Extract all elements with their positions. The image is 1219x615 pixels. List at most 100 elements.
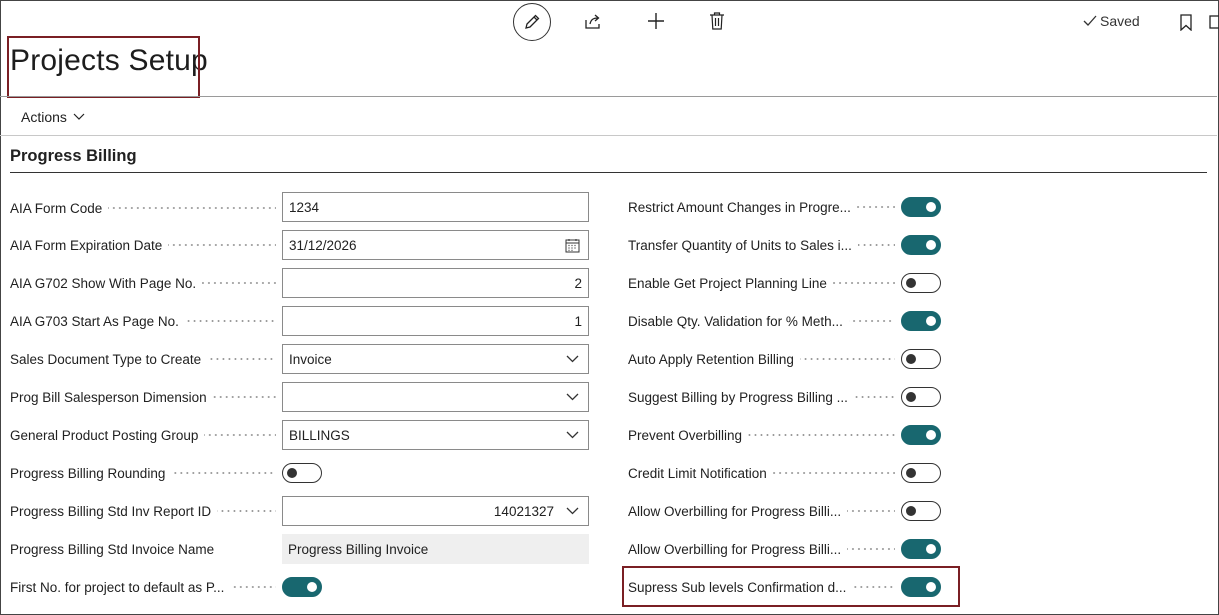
field-row-first-no-for-project: First No. for project to default as P... <box>10 573 282 601</box>
field-value: Progress Billing Invoice <box>288 541 429 557</box>
field-value: 2 <box>574 275 582 291</box>
enable-get-project-planning-line-toggle[interactable] <box>901 273 941 293</box>
calendar-icon[interactable] <box>562 238 582 253</box>
progress-billing-rounding-toggle[interactable] <box>282 463 322 483</box>
general-product-posting-group-select[interactable]: BILLINGS <box>282 420 589 450</box>
aia-form-code-input[interactable]: 1234 <box>282 192 589 222</box>
field-label: Progress Billing Rounding <box>10 465 166 481</box>
field-label: AIA G703 Start As Page No. <box>10 313 179 329</box>
field-row-progress-billing-rounding: Progress Billing Rounding <box>10 459 282 487</box>
field-label: Auto Apply Retention Billing <box>628 351 794 367</box>
field-row-aia-form-expiration-date: AIA Form Expiration Date <box>10 231 282 259</box>
field-label: First No. for project to default as P... <box>10 579 225 595</box>
field-label: Enable Get Project Planning Line <box>628 275 827 291</box>
credit-limit-notification-toggle[interactable] <box>901 463 941 483</box>
field-label: Allow Overbilling for Progress Billi... <box>628 541 842 557</box>
field-value: Invoice <box>289 351 332 367</box>
delete-button[interactable] <box>706 10 728 32</box>
field-label: AIA Form Code <box>10 200 103 216</box>
field-row-general-product-posting-group: General Product Posting Group <box>10 421 282 449</box>
pencil-icon <box>525 14 540 29</box>
field-row-suggest-billing-by-progress: Suggest Billing by Progress Billing ... <box>628 383 901 411</box>
field-label: Allow Overbilling for Progress Billi... <box>628 503 842 519</box>
actions-label: Actions <box>21 109 67 125</box>
transfer-quantity-of-units-toggle[interactable] <box>901 235 941 255</box>
checkmark-icon <box>1083 15 1097 26</box>
field-value: 1 <box>574 313 582 329</box>
restrict-amount-changes-toggle[interactable] <box>901 197 941 217</box>
field-row-progress-billing-std-invoice-name: Progress Billing Std Invoice Name <box>10 535 282 563</box>
field-row-prevent-overbilling: Prevent Overbilling <box>628 421 901 449</box>
field-row-prog-bill-salesperson-dimension: Prog Bill Salesperson Dimension <box>10 383 282 411</box>
chevron-down-icon <box>562 431 582 439</box>
collapse-icon <box>1209 15 1219 29</box>
field-row-sales-document-type: Sales Document Type to Create <box>10 345 282 373</box>
sales-document-type-select[interactable]: Invoice <box>282 344 589 374</box>
field-label: Prevent Overbilling <box>628 427 743 443</box>
field-label: Restrict Amount Changes in Progre... <box>628 199 851 215</box>
field-value: 31/12/2026 <box>289 237 357 253</box>
field-value: 14021327 <box>493 503 554 519</box>
chevron-down-icon <box>73 113 85 120</box>
field-label: Sales Document Type to Create <box>10 351 202 367</box>
group-title: Progress Billing <box>10 147 137 165</box>
share-button[interactable] <box>582 10 604 32</box>
field-label: Suggest Billing by Progress Billing ... <box>628 389 848 405</box>
first-no-for-project-toggle[interactable] <box>282 577 322 597</box>
auto-apply-retention-billing-toggle[interactable] <box>901 349 941 369</box>
field-value: BILLINGS <box>289 427 350 443</box>
field-label: Progress Billing Std Inv Report ID <box>10 503 212 519</box>
progress-billing-std-invoice-name-value: Progress Billing Invoice <box>282 534 589 564</box>
aia-form-expiration-date-input[interactable]: 31/12/2026 <box>282 230 589 260</box>
field-row-transfer-quantity-of-units: Transfer Quantity of Units to Sales i... <box>628 231 901 259</box>
edit-button[interactable] <box>513 3 551 41</box>
allow-overbilling-1-toggle[interactable] <box>901 501 941 521</box>
field-label: Transfer Quantity of Units to Sales i... <box>628 237 852 253</box>
progress-billing-std-inv-report-id-select[interactable]: 14021327 <box>282 496 589 526</box>
prog-bill-salesperson-dimension-select[interactable] <box>282 382 589 412</box>
bookmark-icon <box>1180 13 1192 31</box>
field-label: General Product Posting Group <box>10 427 199 443</box>
field-row-allow-overbilling-1: Allow Overbilling for Progress Billi... <box>628 497 901 525</box>
collapse-button[interactable] <box>1209 13 1219 31</box>
field-label: Prog Bill Salesperson Dimension <box>10 389 207 405</box>
field-value: 1234 <box>289 199 320 215</box>
supress-highlight-box <box>622 566 960 607</box>
field-row-progress-billing-std-inv-report-id: Progress Billing Std Inv Report ID <box>10 497 282 525</box>
trash-icon <box>710 12 724 30</box>
allow-overbilling-2-toggle[interactable] <box>901 539 941 559</box>
actions-menu[interactable]: Actions <box>21 109 85 125</box>
suggest-billing-by-progress-toggle[interactable] <box>901 387 941 407</box>
field-row-disable-qty-validation: Disable Qty. Validation for % Meth... <box>628 307 901 335</box>
field-label: Disable Qty. Validation for % Meth... <box>628 313 843 329</box>
field-row-aia-g703-start-as-page-no: AIA G703 Start As Page No. <box>10 307 282 335</box>
chevron-down-icon <box>562 393 582 401</box>
field-label: Credit Limit Notification <box>628 465 767 481</box>
field-row-aia-g702-show-with-page-no: AIA G702 Show With Page No. <box>10 269 282 297</box>
field-label: Progress Billing Std Invoice Name <box>10 541 215 557</box>
prevent-overbilling-toggle[interactable] <box>901 425 941 445</box>
aia-g702-show-with-page-no-input[interactable]: 2 <box>282 268 589 298</box>
chevron-down-icon <box>562 507 582 515</box>
field-row-auto-apply-retention-billing: Auto Apply Retention Billing <box>628 345 901 373</box>
chevron-down-icon <box>562 355 582 363</box>
field-label: AIA Form Expiration Date <box>10 237 163 253</box>
field-row-credit-limit-notification: Credit Limit Notification <box>628 459 901 487</box>
actions-divider <box>0 135 1217 136</box>
field-row-restrict-amount-changes: Restrict Amount Changes in Progre... <box>628 193 901 221</box>
title-highlight-box <box>7 36 200 98</box>
plus-icon <box>648 13 664 29</box>
new-button[interactable] <box>645 10 667 32</box>
field-label: AIA G702 Show With Page No. <box>10 275 197 291</box>
field-row-allow-overbilling-2: Allow Overbilling for Progress Billi... <box>628 535 901 563</box>
field-row-aia-form-code: AIA Form Code <box>10 194 282 222</box>
share-icon <box>585 14 600 29</box>
aia-g703-start-as-page-no-input[interactable]: 1 <box>282 306 589 336</box>
saved-status: Saved <box>1083 13 1140 29</box>
field-row-enable-get-project-planning-line: Enable Get Project Planning Line <box>628 269 901 297</box>
disable-qty-validation-toggle[interactable] <box>901 311 941 331</box>
bookmark-button[interactable] <box>1177 11 1195 33</box>
header-divider <box>0 96 1217 97</box>
saved-label: Saved <box>1100 13 1140 29</box>
group-divider <box>10 172 1207 173</box>
